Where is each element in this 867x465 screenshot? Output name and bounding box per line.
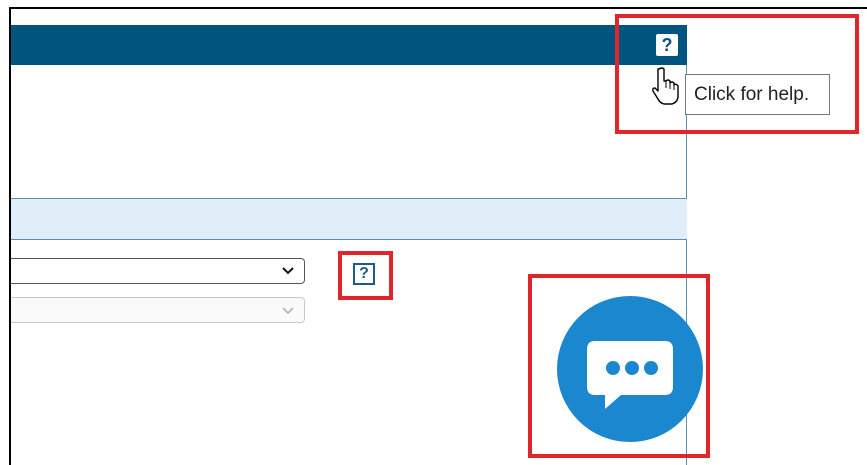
header-bar (11, 25, 687, 65)
hand-pointer-icon (652, 67, 679, 105)
chevron-down-icon (280, 300, 296, 327)
dropdown-select[interactable] (11, 258, 305, 284)
help-tooltip: Click for help. (685, 74, 830, 115)
highlight-box-field-help (338, 251, 393, 300)
chat-bubble-icon (587, 341, 673, 409)
screenshot-border-top (9, 7, 867, 9)
chevron-down-icon (280, 260, 296, 287)
dropdown-select-disabled (11, 297, 305, 323)
chat-button[interactable] (557, 296, 703, 442)
section-header-band (11, 198, 687, 240)
